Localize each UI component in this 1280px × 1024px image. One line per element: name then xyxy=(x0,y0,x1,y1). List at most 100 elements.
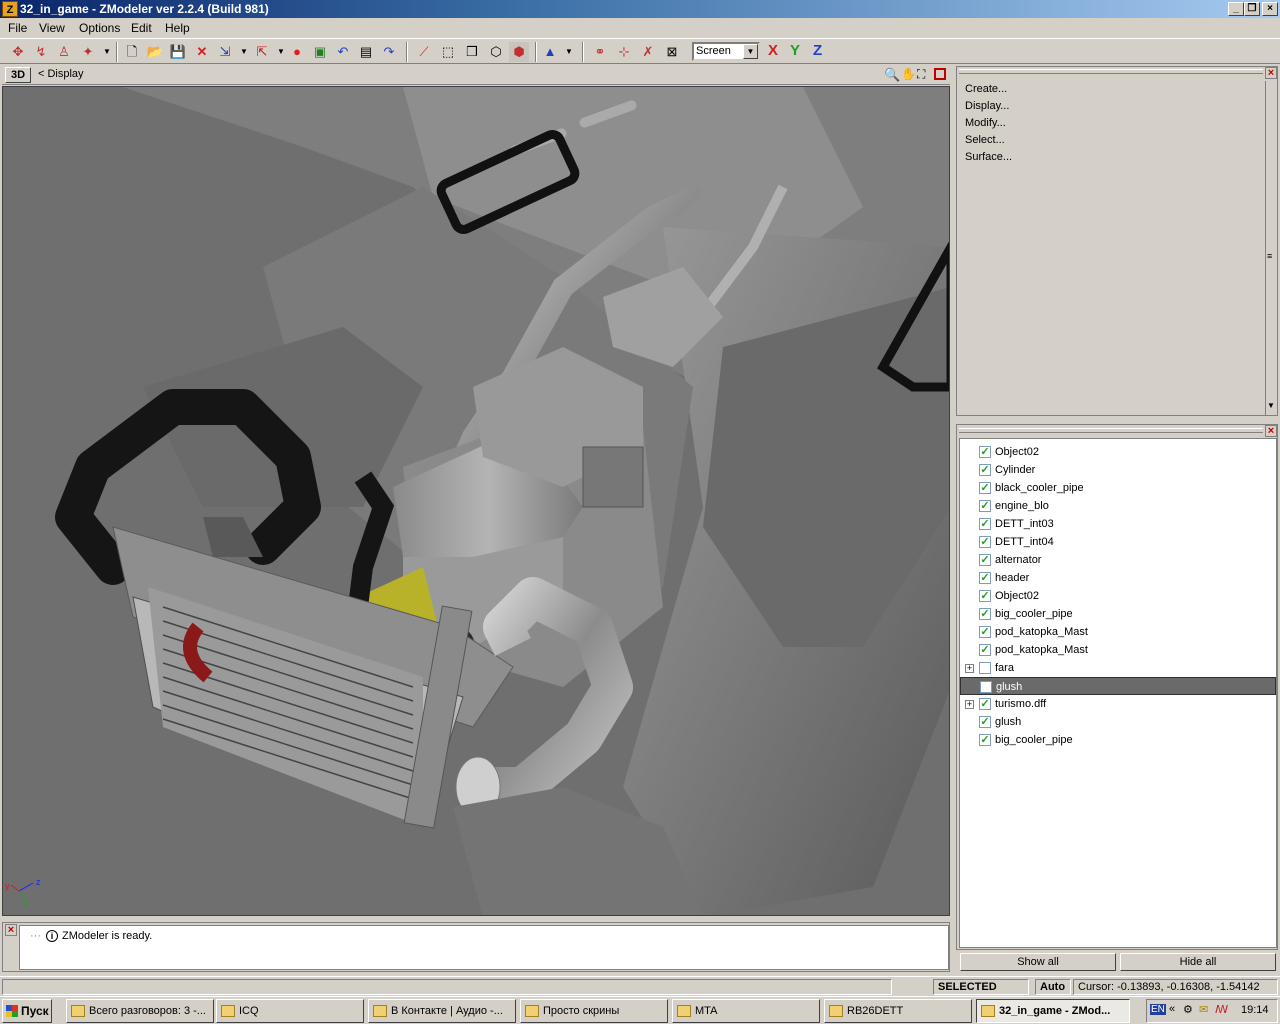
close-button[interactable]: × xyxy=(1262,2,1278,16)
taskbar-button[interactable]: 32_in_game - ZMod... xyxy=(976,999,1130,1023)
visibility-checkbox[interactable]: ✓ xyxy=(979,590,991,602)
clock[interactable]: 19:14 xyxy=(1241,1004,1269,1016)
link-icon[interactable]: ⚭ xyxy=(590,42,610,62)
dropdown-arrow-icon[interactable]: ▼ xyxy=(559,42,579,62)
axis-z-button[interactable]: Z xyxy=(813,42,822,59)
object-row[interactable]: glush xyxy=(960,677,1276,695)
object-row[interactable]: ✓ pod_katopka_Mast xyxy=(960,641,1276,659)
select-tool-icon[interactable]: ✥ xyxy=(8,42,28,62)
visibility-checkbox[interactable]: ✓ xyxy=(979,464,991,476)
visibility-checkbox[interactable]: ✓ xyxy=(979,734,991,746)
visibility-checkbox[interactable]: ✓ xyxy=(979,446,991,458)
vertex-mode-icon[interactable]: ⟋ xyxy=(414,42,434,62)
antivirus-icon[interactable]: ꟿ xyxy=(1215,1003,1228,1016)
taskbar-button[interactable]: Просто скрины xyxy=(520,999,668,1023)
cross-axis-icon[interactable]: ✗ xyxy=(638,42,658,62)
object-row[interactable]: ✓ big_cooler_pipe xyxy=(960,731,1276,749)
menu-file[interactable]: File xyxy=(8,21,27,35)
image-icon[interactable]: ▣ xyxy=(310,42,330,62)
record-icon[interactable]: ● xyxy=(287,42,307,62)
expand-icon[interactable]: + xyxy=(965,700,974,709)
object-row[interactable]: ✓ alternator xyxy=(960,551,1276,569)
scroll-grip-icon[interactable]: ≡ xyxy=(1267,251,1272,261)
axis-x-button[interactable]: X xyxy=(768,42,778,59)
redo-icon[interactable]: ↷ xyxy=(379,42,399,62)
import-icon[interactable]: ⇲ xyxy=(215,42,235,62)
visibility-checkbox[interactable]: ✓ xyxy=(979,626,991,638)
expand-icon[interactable]: + xyxy=(965,664,974,673)
menu-view[interactable]: View xyxy=(39,21,65,35)
object-row[interactable]: ✓ DETT_int03 xyxy=(960,515,1276,533)
app-icon[interactable]: Z xyxy=(2,1,18,17)
menu-edit[interactable]: Edit xyxy=(131,21,152,35)
visibility-checkbox[interactable]: ✓ xyxy=(979,572,991,584)
object-row[interactable]: ✓ header xyxy=(960,569,1276,587)
move-tool-icon[interactable]: ↯ xyxy=(31,42,51,62)
visibility-checkbox[interactable]: ✓ xyxy=(979,644,991,656)
taskbar-button[interactable]: ICQ xyxy=(216,999,364,1023)
zoom-icon[interactable]: 🔍 xyxy=(884,67,900,83)
object-mode-icon[interactable]: ⬡ xyxy=(486,42,506,62)
menu-help[interactable]: Help xyxy=(165,21,190,35)
chevron-down-icon[interactable]: ▼ xyxy=(743,44,758,59)
taskbar-button[interactable]: MTA xyxy=(672,999,820,1023)
object-row[interactable]: ✓ engine_blo xyxy=(960,497,1276,515)
pan-hand-icon[interactable]: ✋ xyxy=(901,67,916,81)
menu-options[interactable]: Options xyxy=(79,21,120,35)
visibility-checkbox[interactable]: ✓ xyxy=(979,608,991,620)
object-row[interactable]: ✓ black_cooler_pipe xyxy=(960,479,1276,497)
cmd-display[interactable]: Display... xyxy=(965,100,1009,112)
dropdown-arrow-icon[interactable]: ▼ xyxy=(234,42,254,62)
figure-tool-icon[interactable]: ♙ xyxy=(54,42,74,62)
object-row[interactable]: + fara xyxy=(960,659,1276,677)
visibility-checkbox[interactable] xyxy=(979,662,991,674)
view-3d-button[interactable]: 3D xyxy=(5,67,31,83)
object-row[interactable]: ✓ Cylinder xyxy=(960,461,1276,479)
visibility-checkbox[interactable]: ✓ xyxy=(979,536,991,548)
close-icon[interactable]: × xyxy=(1265,67,1277,79)
taskbar-button[interactable]: Всего разговоров: 3 -... xyxy=(66,999,214,1023)
view-mode-select[interactable]: Screen ▼ xyxy=(692,42,760,61)
visibility-checkbox[interactable]: ✓ xyxy=(979,716,991,728)
object-list[interactable]: ✓ Object02 ✓ Cylinder ✓ black_cooler_pipe ✓ eng… xyxy=(959,438,1277,948)
axis-tool-icon[interactable]: ⊹ xyxy=(614,42,634,62)
object-row[interactable]: ✓ Object02 xyxy=(960,443,1276,461)
object-row[interactable]: ✓ glush xyxy=(960,713,1276,731)
close-icon[interactable]: × xyxy=(5,924,17,936)
mail-icon[interactable]: ✉ xyxy=(1199,1003,1208,1016)
breadcrumb[interactable]: < Display xyxy=(38,68,84,80)
taskbar-button[interactable]: RB26DETT xyxy=(824,999,972,1023)
taskbar-button[interactable]: В Контакте | Аудио -... xyxy=(368,999,516,1023)
tray-expand-icon[interactable]: « xyxy=(1169,1003,1175,1015)
save-icon[interactable]: 💾 xyxy=(168,42,188,62)
scroll-down-icon[interactable]: ▼ xyxy=(1267,401,1275,410)
object-row[interactable]: ✓ DETT_int04 xyxy=(960,533,1276,551)
close-icon[interactable]: × xyxy=(1265,425,1277,437)
cmd-surface[interactable]: Surface... xyxy=(965,151,1012,163)
delete-icon[interactable]: ✕ xyxy=(192,42,212,62)
open-folder-icon[interactable]: 📂 xyxy=(145,42,165,62)
fit-view-icon[interactable]: ⛶ xyxy=(917,67,925,82)
hide-all-button[interactable]: Hide all xyxy=(1120,953,1276,971)
undo-icon[interactable]: ↶ xyxy=(333,42,353,62)
cube-mode-icon[interactable]: ❒ xyxy=(462,42,482,62)
visibility-checkbox[interactable]: ✓ xyxy=(979,482,991,494)
start-button[interactable]: Пуск xyxy=(2,999,52,1023)
document-icon[interactable]: ▤ xyxy=(356,42,376,62)
face-mode-icon[interactable]: ⬢ xyxy=(509,42,529,62)
visibility-checkbox[interactable]: ✓ xyxy=(979,554,991,566)
scrollbar[interactable]: ≡ ▼ xyxy=(1265,81,1277,415)
object-row[interactable]: + ✓ turismo.dff xyxy=(960,695,1276,713)
cmd-create[interactable]: Create... xyxy=(965,83,1007,95)
object-row[interactable]: ✓ Object02 xyxy=(960,587,1276,605)
box-mode-icon[interactable]: ⬚ xyxy=(438,42,458,62)
restore-button[interactable]: ❐ xyxy=(1244,2,1260,16)
character-tool-icon[interactable]: ✦ xyxy=(78,42,98,62)
object-row[interactable]: ✓ pod_katopka_Mast xyxy=(960,623,1276,641)
minimize-button[interactable]: _ xyxy=(1228,2,1244,16)
maximize-viewport-icon[interactable] xyxy=(934,68,946,80)
visibility-checkbox[interactable] xyxy=(980,681,992,693)
object-row[interactable]: ✓ big_cooler_pipe xyxy=(960,605,1276,623)
cmd-select[interactable]: Select... xyxy=(965,134,1005,146)
language-indicator[interactable]: EN xyxy=(1150,1004,1166,1015)
